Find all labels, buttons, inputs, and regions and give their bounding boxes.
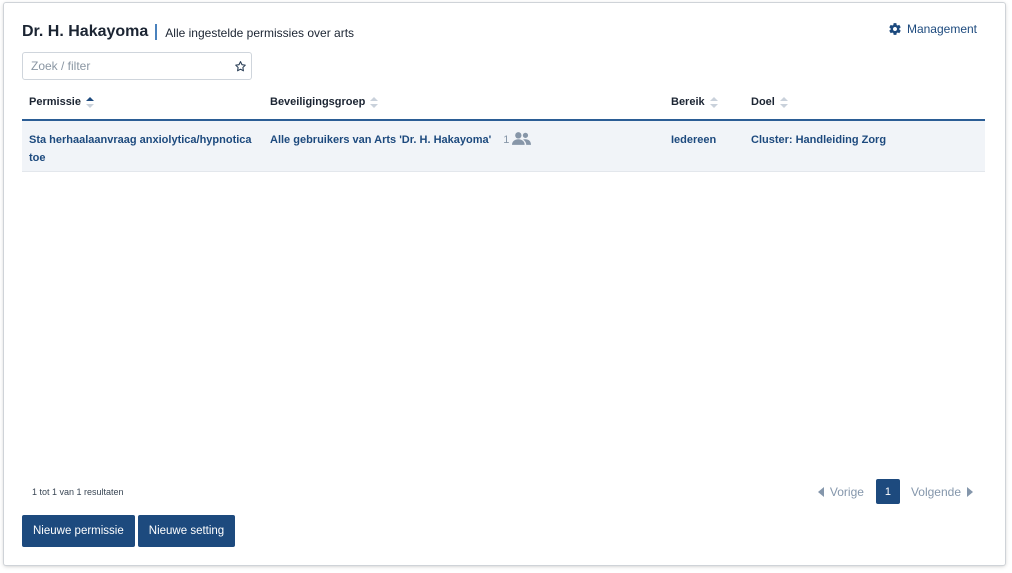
column-header-bereik[interactable]: Bereik [671, 96, 718, 108]
users-icon [512, 132, 532, 145]
security-group-link[interactable]: Alle gebruikers van Arts 'Dr. H. Hakayom… [270, 131, 491, 149]
caret-left-icon [817, 486, 824, 497]
caret-right-icon [967, 486, 973, 497]
column-header-doel[interactable]: Doel [751, 96, 788, 108]
management-link[interactable]: Management [888, 22, 977, 36]
new-permission-button[interactable]: Nieuwe permissie [22, 515, 135, 547]
sort-icon [370, 96, 379, 108]
next-page-button[interactable]: Volgende [911, 485, 973, 499]
cell-beveiligingsgroep: Alle gebruikers van Arts 'Dr. H. Hakayom… [270, 131, 532, 149]
previous-page-button[interactable]: Vorige [817, 484, 864, 499]
permissions-table: Permissie Beveiligingsgroep Bereik Doel [22, 85, 985, 172]
cell-bereik: Iedereen [671, 134, 717, 146]
sort-icon [779, 96, 788, 108]
column-label: Beveiligingsgroep [270, 96, 366, 108]
cell-permissie[interactable]: Sta herhaalaanvraag anxiolytica/hypnotic… [29, 131, 254, 167]
management-label: Management [906, 22, 977, 36]
page-title: Dr. H. Hakayoma [22, 23, 149, 40]
gear-icon [889, 23, 901, 35]
title-separator [155, 24, 158, 40]
column-label: Permissie [29, 96, 81, 108]
table-row[interactable]: Sta herhaalaanvraag anxiolytica/hypnotic… [22, 121, 985, 172]
table-header: Permissie Beveiligingsgroep Bereik Doel [22, 85, 985, 121]
search-box [22, 52, 252, 80]
favorite-filter-button[interactable] [229, 60, 251, 73]
pagination: Vorige 1 Volgende [817, 479, 973, 504]
page-number-current[interactable]: 1 [875, 479, 900, 504]
previous-label: Vorige [829, 484, 864, 499]
column-header-permissie[interactable]: Permissie [29, 96, 94, 108]
cell-doel[interactable]: Cluster: Handleiding Zorg [751, 131, 886, 149]
column-label: Doel [751, 96, 775, 108]
sort-icon [709, 96, 718, 108]
action-buttons: Nieuwe permissie Nieuwe setting [22, 515, 238, 547]
member-count: 1 [503, 134, 510, 146]
new-setting-button[interactable]: Nieuwe setting [137, 515, 236, 547]
window-frame: Dr. H. Hakayoma Alle ingestelde permissi… [4, 3, 1005, 565]
search-input[interactable] [23, 53, 229, 79]
star-icon [234, 60, 246, 71]
column-label: Bereik [671, 96, 705, 108]
next-label: Volgende [910, 484, 961, 499]
sort-ascending-icon [85, 96, 94, 108]
column-header-beveiligingsgroep[interactable]: Beveiligingsgroep [270, 96, 379, 108]
result-count: 1 tot 1 van 1 resultaten [32, 487, 124, 497]
page-subtitle: Alle ingestelde permissies over arts [165, 26, 355, 40]
page-header: Dr. H. Hakayoma Alle ingestelde permissi… [22, 23, 354, 41]
